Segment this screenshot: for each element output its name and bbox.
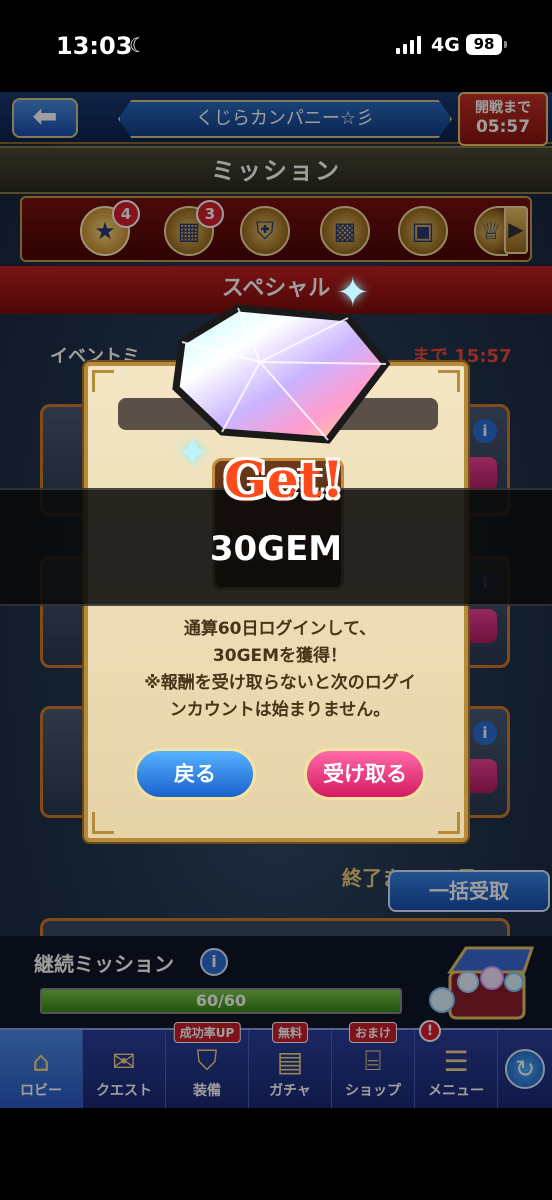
signal-icon	[396, 36, 421, 54]
dialog-corner	[92, 370, 114, 392]
battery-icon: 98	[466, 34, 507, 55]
do-not-disturb-icon: ☾	[129, 33, 147, 57]
app-root: 13:03 ☾ 4G 98 ⬅ くじらカンパニー☆彡 開戦まで 05:57 ミッ…	[0, 0, 552, 1200]
message-line: ンカウントは始まりません。	[169, 700, 391, 720]
get-label: Get!	[224, 450, 344, 509]
gem-icon	[172, 304, 391, 444]
status-bar: 13:03 ☾ 4G 98	[0, 0, 552, 92]
dialog-corner	[92, 812, 114, 834]
dialog-corner	[438, 812, 460, 834]
sparkle-icon: ✦	[176, 430, 210, 476]
network-type: 4G	[431, 34, 460, 56]
message-line: ※報酬を受け取らないと次のログイ	[144, 673, 416, 693]
sparkle-icon: ✦	[336, 270, 370, 316]
back-dialog-button[interactable]: 戻る	[134, 748, 256, 800]
message-line: 通算60日ログインして、	[183, 619, 377, 639]
message-line: 30GEMを獲得！	[212, 646, 348, 666]
clock: 13:03	[56, 32, 133, 60]
dialog-message: 通算60日ログインして、 30GEMを獲得！ ※報酬を受け取らないと次のログイ …	[88, 616, 472, 724]
receive-button[interactable]: 受け取る	[304, 748, 426, 800]
dialog-corner	[438, 370, 460, 392]
